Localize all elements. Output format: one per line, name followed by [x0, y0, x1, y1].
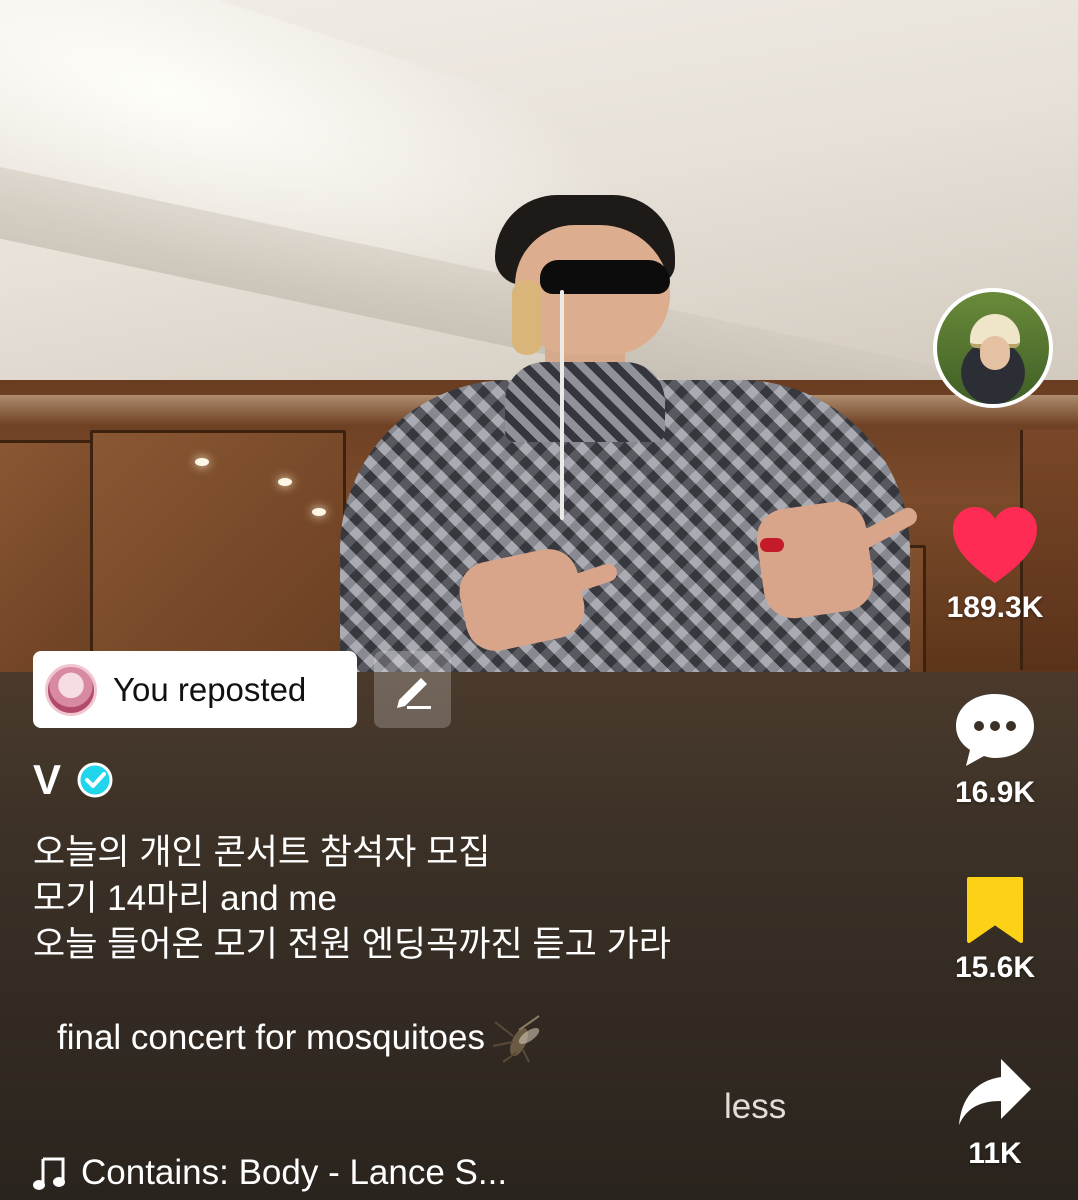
caption-less-toggle[interactable]: less — [724, 1087, 786, 1127]
wall-panel — [90, 430, 346, 676]
user-avatar — [45, 663, 97, 716]
caption-translation: final concert for mosquitoes — [57, 1012, 547, 1064]
verified-badge-icon — [77, 762, 113, 798]
caption-line: 오늘 들어온 모기 전원 엔딩곡까진 듣고 가라 — [33, 925, 671, 964]
save-count: 15.6K — [954, 951, 1036, 984]
comment-bubble-icon — [956, 694, 1034, 766]
save-button[interactable]: 15.6K — [930, 875, 1060, 985]
red-nail — [760, 538, 784, 552]
heart-icon — [953, 507, 1037, 583]
creator-info[interactable]: V — [33, 756, 113, 804]
ceiling-spotlight — [312, 508, 326, 516]
music-info[interactable]: Contains: Body - Lance S... — [33, 1153, 507, 1193]
like-button[interactable]: 189.3K — [930, 505, 1060, 625]
repost-badge[interactable]: You reposted — [33, 651, 357, 728]
music-note-icon — [33, 1157, 65, 1190]
video-caption: 오늘의 개인 콘서트 참석자 모집 모기 14마리 and me 오늘 들어온 … — [33, 830, 671, 968]
like-count: 189.3K — [946, 591, 1044, 624]
earphone-cable — [560, 290, 564, 520]
share-count: 11K — [968, 1137, 1022, 1170]
creator-name[interactable]: V — [33, 756, 61, 804]
creator-avatar[interactable] — [933, 288, 1053, 408]
music-title: Contains: Body - Lance S... — [81, 1153, 508, 1192]
repost-label: You reposted — [113, 670, 307, 708]
caption-translation-text: final concert for mosquitoes — [57, 1018, 485, 1057]
person-hand-right — [752, 497, 878, 623]
avatar-face — [980, 336, 1010, 370]
comment-count: 16.9K — [954, 776, 1036, 809]
ceiling-spotlight — [195, 458, 209, 466]
person-hair-tail — [512, 280, 542, 355]
ceiling-spotlight — [278, 478, 292, 486]
pencil-icon — [396, 677, 431, 709]
share-button[interactable]: 11K — [930, 1055, 1060, 1171]
mosquito-icon — [492, 1015, 540, 1063]
share-arrow-icon — [959, 1059, 1031, 1125]
caption-line: 모기 14마리 and me — [33, 879, 337, 918]
sunglasses — [540, 260, 670, 294]
bookmark-icon — [967, 877, 1023, 943]
edit-repost-button[interactable] — [374, 651, 451, 728]
caption-line: 오늘의 개인 콘서트 참석자 모집 — [33, 833, 491, 872]
person-collar — [505, 362, 665, 442]
comment-button[interactable]: 16.9K — [930, 690, 1060, 810]
